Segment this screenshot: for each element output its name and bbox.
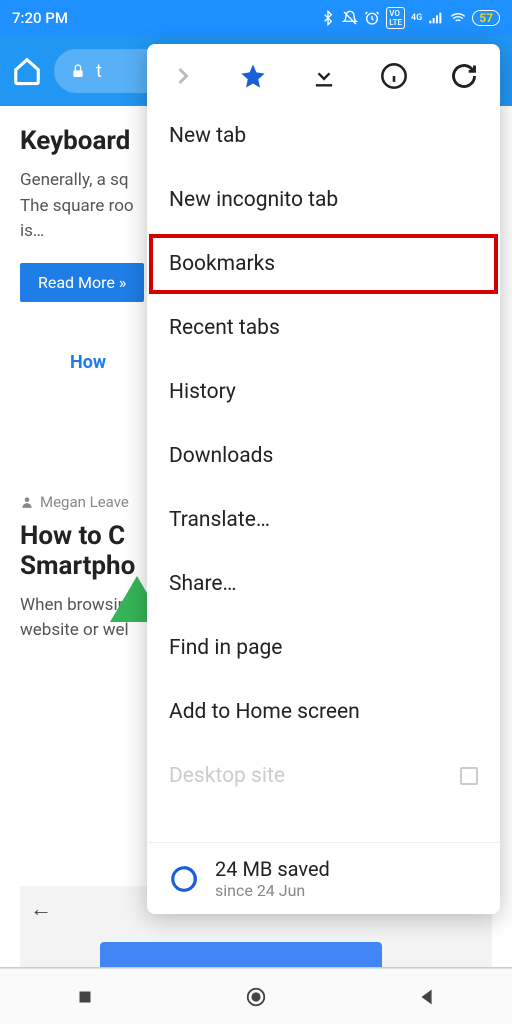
bluetooth-icon [320,10,336,26]
android-nav-bar [0,968,512,1024]
data-saver-icon [169,864,199,894]
home-button-icon[interactable] [245,986,267,1008]
notification-off-icon [342,10,358,26]
star-icon[interactable] [239,62,267,90]
info-icon[interactable] [380,62,408,90]
signal-icon [428,10,444,26]
menu-downloads[interactable]: Downloads [147,424,500,488]
forward-icon[interactable] [169,62,197,90]
read-more-button[interactable]: Read More » [20,263,144,302]
alarm-icon [364,10,380,26]
menu-icon-row [147,44,500,104]
data-saved-text: 24 MB saved since 24 Jun [215,857,330,900]
signal-4g-icon: 4G [411,13,422,23]
menu-recent-tabs[interactable]: Recent tabs [147,296,500,360]
browser-overflow-menu: New tab New incognito tab Bookmarks Rece… [147,44,500,914]
menu-translate[interactable]: Translate… [147,488,500,552]
reload-icon[interactable] [450,62,478,90]
battery-icon: 57 [472,10,500,26]
menu-find-in-page[interactable]: Find in page [147,616,500,680]
ad-back-arrow[interactable]: ← [30,897,52,922]
url-text: t [96,61,102,82]
status-time: 7:20 PM [12,9,68,27]
recent-apps-icon[interactable] [74,986,96,1008]
volte-icon: VOLTE [386,7,405,29]
menu-bookmarks[interactable]: Bookmarks [147,232,500,296]
menu-share[interactable]: Share… [147,552,500,616]
status-bar: 7:20 PM VOLTE 4G 57 [0,0,512,36]
menu-new-tab[interactable]: New tab [147,104,500,168]
menu-history[interactable]: History [147,360,500,424]
menu-add-home[interactable]: Add to Home screen [147,680,500,744]
lock-icon [70,63,86,79]
home-icon[interactable] [12,56,42,86]
wifi-icon [450,10,466,26]
menu-desktop-site[interactable]: Desktop site [147,744,500,808]
data-saved-row[interactable]: 24 MB saved since 24 Jun [147,842,500,914]
checkbox-icon [460,767,478,785]
status-icons: VOLTE 4G 57 [320,7,500,29]
menu-list: New tab New incognito tab Bookmarks Rece… [147,104,500,842]
menu-new-incognito[interactable]: New incognito tab [147,168,500,232]
user-icon [20,495,34,509]
download-icon[interactable] [310,62,338,90]
back-icon[interactable] [416,986,438,1008]
